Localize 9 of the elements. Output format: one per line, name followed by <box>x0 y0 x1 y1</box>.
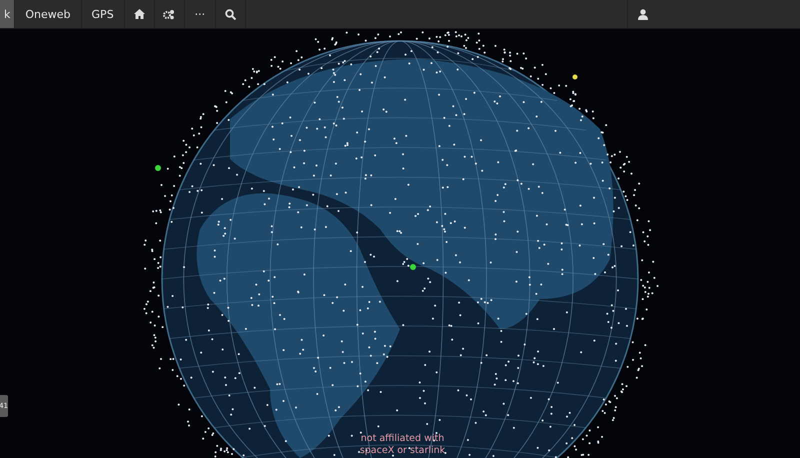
nav-tab[interactable]: ··· <box>184 0 216 28</box>
disclaimer-text: not affiliated with spaceX or starlink <box>358 433 446 457</box>
gears-icon <box>163 8 176 20</box>
nav-tab[interactable]: GPS <box>82 0 125 28</box>
search-icon <box>225 8 236 20</box>
nav-tab[interactable]: k <box>0 0 16 28</box>
home-icon <box>134 9 145 19</box>
user-icon <box>638 8 648 20</box>
nav-tab[interactable]: Oneweb <box>15 0 82 28</box>
